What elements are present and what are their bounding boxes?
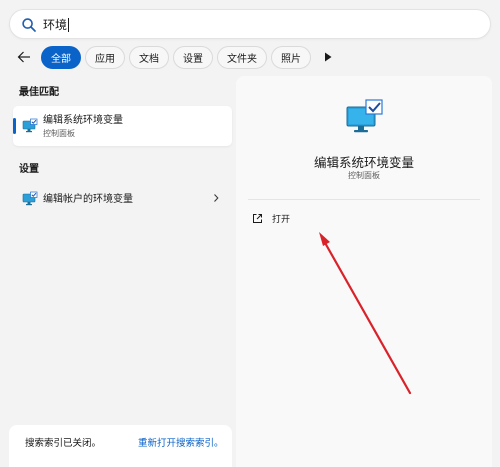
filter-all[interactable]: 全部	[41, 45, 81, 69]
filter-apps[interactable]: 应用	[85, 45, 125, 69]
search-box[interactable]: 环境	[9, 9, 491, 39]
system-properties-icon	[22, 191, 38, 206]
more-filters-button[interactable]	[317, 46, 339, 68]
best-match-result[interactable]: 编辑系统环境变量 控制面板	[13, 106, 232, 146]
filter-settings[interactable]: 设置	[173, 45, 213, 69]
detail-subtitle: 控制面板	[348, 171, 380, 180]
divider	[248, 199, 480, 200]
results-list: 最佳匹配 编辑系统环境变量 控制面板 设置 编辑帐户的环境变量	[13, 76, 232, 219]
text-caret	[68, 17, 70, 32]
settings-heading: 设置	[19, 164, 39, 175]
search-icon	[22, 18, 36, 32]
index-status-text: 搜索索引已关闭。	[25, 438, 102, 449]
search-input[interactable]: 环境	[43, 16, 70, 33]
settings-result[interactable]: 编辑帐户的环境变量	[13, 179, 232, 219]
detail-title: 编辑系统环境变量	[313, 155, 414, 170]
search-query: 环境	[43, 18, 68, 32]
search-window: 环境 全部 应用 文档 设置 文件夹 照片 最佳匹配 编辑系统环境变量 控制面板…	[0, 0, 500, 467]
reenable-index-link[interactable]: 重新打开搜索索引。	[138, 435, 224, 449]
filter-folders[interactable]: 文件夹	[217, 45, 267, 69]
filter-photos[interactable]: 照片	[271, 45, 311, 69]
best-match-heading: 最佳匹配	[19, 87, 59, 98]
result-subtitle: 控制面板	[43, 128, 75, 138]
system-properties-icon	[22, 118, 38, 133]
open-external-icon	[253, 213, 262, 223]
system-properties-icon	[346, 99, 383, 133]
index-status-bar: 搜索索引已关闭。 重新打开搜索索引。	[9, 425, 232, 467]
result-title: 编辑帐户的环境变量	[43, 193, 133, 205]
selection-indicator	[13, 118, 16, 134]
detail-pane: 编辑系统环境变量 控制面板 打开	[236, 76, 492, 467]
result-title: 编辑系统环境变量	[43, 114, 123, 126]
open-button[interactable]: 打开	[252, 209, 290, 227]
chevron-right-icon	[214, 194, 219, 202]
filter-bar: 全部 应用 文档 设置 文件夹 照片	[13, 45, 339, 69]
back-button[interactable]	[13, 46, 35, 68]
filter-documents[interactable]: 文档	[129, 45, 169, 69]
back-arrow-icon	[17, 51, 30, 63]
play-arrow-icon	[325, 52, 332, 62]
open-label: 打开	[272, 214, 291, 225]
